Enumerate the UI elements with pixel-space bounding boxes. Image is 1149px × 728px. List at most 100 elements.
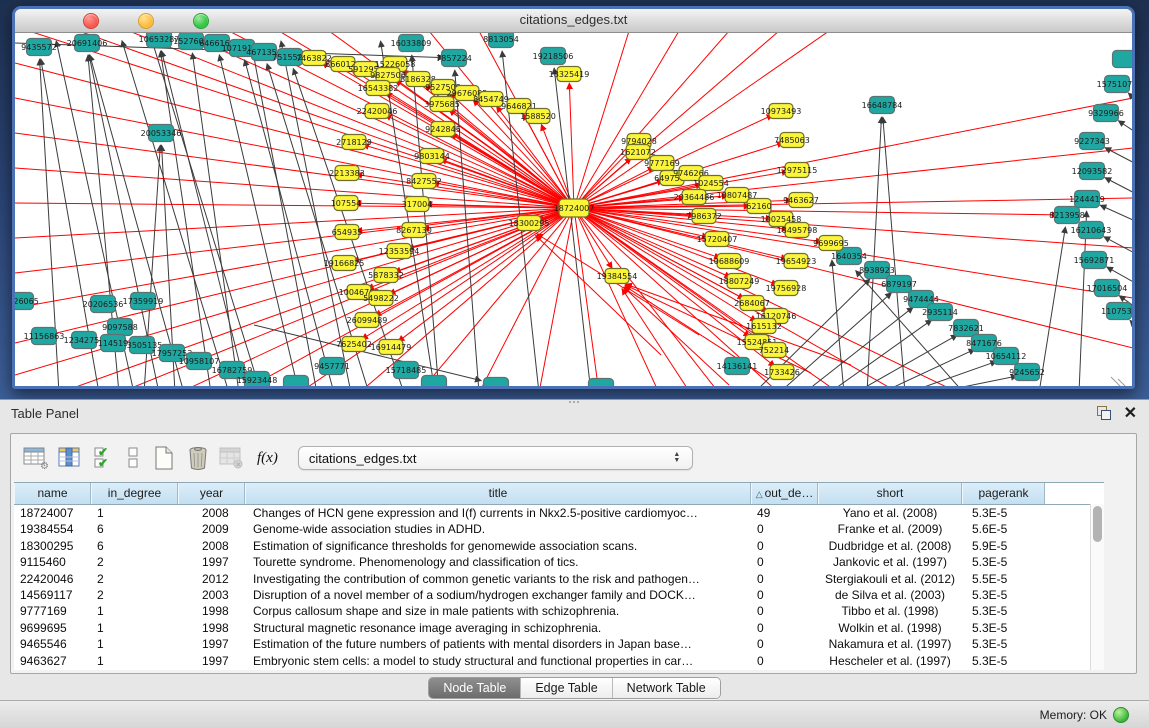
network-node[interactable]: 7485063	[774, 133, 810, 148]
scrollbar-thumb[interactable]	[1093, 506, 1102, 542]
network-node[interactable]: 19654923	[776, 254, 817, 269]
network-node[interactable]: 9329966	[1088, 105, 1124, 122]
svg-text:317004: 317004	[402, 200, 433, 209]
column-header-out_de[interactable]: △out_de…	[751, 483, 818, 504]
svg-text:9097588: 9097588	[102, 323, 138, 332]
network-node[interactable]: 19218506	[533, 48, 574, 65]
network-node[interactable]: 16210643	[1071, 222, 1112, 239]
network-node[interactable]: 107554	[331, 196, 362, 211]
network-node[interactable]: 7986372	[686, 209, 722, 224]
network-node[interactable]: 15692871	[1074, 252, 1115, 269]
network-node[interactable]	[484, 378, 509, 387]
tab-edge-table[interactable]: Edge Table	[520, 678, 611, 698]
network-node[interactable]: 15718485	[386, 362, 427, 379]
column-header-name[interactable]: name	[14, 483, 91, 504]
table-mode-icon[interactable]: ⚙	[21, 442, 51, 474]
tab-node-table[interactable]: Node Table	[429, 678, 520, 698]
column-header-pagerank[interactable]: pagerank	[962, 483, 1045, 504]
network-node[interactable]: 10973493	[761, 104, 802, 119]
table-row[interactable]: 1938455462009Genome-wide association stu…	[14, 521, 1104, 537]
network-node[interactable]: 752214	[759, 343, 790, 358]
table-row[interactable]: 969969511998Structural magnetic resonanc…	[14, 620, 1104, 636]
network-node[interactable]: 16914479	[371, 340, 412, 355]
svg-text:10654112: 10654112	[986, 352, 1027, 361]
network-node[interactable]: 317004	[402, 197, 433, 212]
network-node[interactable]: 114519	[98, 335, 129, 352]
table-row[interactable]: 2242004622012Investigating the contribut…	[14, 571, 1104, 587]
vertical-scrollbar[interactable]	[1090, 504, 1104, 670]
network-node[interactable]: 12093582	[1072, 163, 1113, 180]
clear-selection-icon[interactable]	[123, 442, 145, 474]
network-node[interactable]	[422, 376, 447, 387]
delete-column-icon[interactable]	[183, 442, 213, 474]
dropdown-stepper-icon: ▲▼	[668, 452, 692, 464]
table-selector-dropdown[interactable]: citations_edges.txt ▲▼	[298, 446, 693, 470]
network-node[interactable]: 18325419	[549, 67, 590, 82]
column-header-year[interactable]: year	[178, 483, 245, 504]
network-node[interactable]: 22420046	[357, 104, 398, 119]
network-node[interactable]: 6879197	[881, 276, 917, 293]
network-node[interactable]: 16033809	[391, 35, 432, 52]
network-node[interactable]: 9245652	[1009, 364, 1045, 381]
table-row[interactable]: 1872400712008Changes of HCN gene express…	[14, 505, 1104, 521]
table-row[interactable]: 911546021997Tourette syndrome. Phenomeno…	[14, 554, 1104, 570]
network-node[interactable]: 62160	[746, 199, 771, 214]
network-node[interactable]: 9463627	[783, 193, 819, 208]
network-node[interactable]: 2935114	[922, 304, 958, 321]
float-panel-icon[interactable]	[1097, 406, 1111, 420]
network-node[interactable]: 9435572	[21, 39, 57, 56]
network-node[interactable]: 9227343	[1074, 133, 1110, 150]
network-node[interactable]: 8213958	[1049, 207, 1085, 224]
network-node[interactable]: 2213383	[329, 166, 365, 181]
network-node[interactable]: 12975115	[777, 163, 818, 178]
svg-text:✔: ✔	[98, 456, 108, 470]
network-node[interactable]: 654935	[332, 225, 363, 240]
network-node[interactable]: 14136141	[717, 358, 758, 375]
network-node[interactable]: 20364486	[674, 190, 715, 205]
new-column-icon[interactable]	[149, 442, 179, 474]
network-node[interactable]: 20053346	[141, 125, 182, 142]
network-node[interactable]: 1244419	[1069, 191, 1105, 208]
network-node[interactable]	[284, 376, 309, 387]
close-panel-icon[interactable]: ✕	[1124, 403, 1137, 423]
network-node[interactable]: 20206536	[83, 296, 124, 313]
tab-network-table[interactable]: Network Table	[612, 678, 720, 698]
column-header-in_degree[interactable]: in_degree	[91, 483, 178, 504]
table-row[interactable]: 946362711997Embryonic stem cells: a mode…	[14, 653, 1104, 669]
network-node[interactable]: 9097588	[102, 319, 138, 336]
network-node[interactable]	[1113, 51, 1133, 68]
window-titlebar[interactable]: citations_edges.txt	[15, 9, 1132, 33]
function-builder-icon[interactable]: f(x)	[257, 450, 278, 467]
column-header-title[interactable]: title	[245, 483, 751, 504]
network-node[interactable]: 20691406	[67, 35, 108, 52]
network-node[interactable]: 7625402	[336, 337, 372, 352]
network-node[interactable]: 15751074	[1097, 76, 1132, 93]
cell-in_degree: 6	[91, 538, 178, 554]
network-node[interactable]: 17016504	[1087, 280, 1128, 297]
table-row[interactable]: 946554611997Estimation of the future num…	[14, 636, 1104, 652]
network-node[interactable]: 8813054	[483, 33, 519, 48]
network-node[interactable]: 2684067	[734, 296, 770, 311]
network-node[interactable]: 2526065	[15, 293, 39, 310]
svg-text:8938923: 8938923	[859, 266, 895, 275]
network-hub-node[interactable]: 18724007	[554, 199, 595, 217]
network-node[interactable]: 11156863	[24, 328, 65, 345]
network-node[interactable]: 16648784	[862, 97, 903, 114]
network-canvas[interactable]: 9435572206914061065328715276026466160107…	[15, 33, 1132, 386]
show-column-icon[interactable]	[55, 442, 85, 474]
memory-status-icon[interactable]	[1113, 707, 1129, 723]
network-node[interactable]: 7857224	[436, 50, 472, 67]
table-row[interactable]: 1456911722003Disruption of a novel membe…	[14, 587, 1104, 603]
column-header-short[interactable]: short	[818, 483, 962, 504]
window-title: citations_edges.txt	[15, 12, 1132, 27]
network-node[interactable]: 17359919	[123, 293, 164, 310]
svg-text:12353594: 12353594	[379, 247, 420, 256]
table-row[interactable]: 977716911998Corpus callosum shape and si…	[14, 603, 1104, 619]
select-all-icon[interactable]: ✔✔	[89, 442, 119, 474]
network-node[interactable]: 9457771	[314, 358, 350, 375]
table-row[interactable]: 1830029562008Estimation of significance …	[14, 538, 1104, 554]
cell-in_degree: 1	[91, 620, 178, 636]
network-node[interactable]: 1107533	[1101, 303, 1132, 320]
delete-table-icon[interactable]: ✕	[217, 442, 247, 474]
network-node[interactable]	[589, 379, 614, 387]
